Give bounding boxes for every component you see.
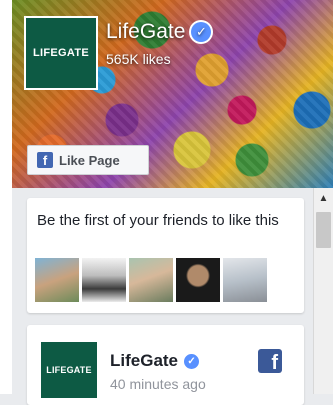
vertical-scrollbar[interactable]: ▲ xyxy=(313,188,333,394)
page-name-text[interactable]: LifeGate xyxy=(106,20,185,44)
page-logo-text: LIFEGATE xyxy=(33,47,89,59)
verified-check-icon: ✓ xyxy=(184,353,200,369)
friend-avatar[interactable] xyxy=(82,258,126,302)
scroll-thumb[interactable] xyxy=(316,212,331,248)
post-card: LIFEGATE LifeGate ✓ 40 minutes ago f xyxy=(27,325,304,405)
verified-check-icon: ✓ xyxy=(191,22,212,42)
post-timestamp[interactable]: 40 minutes ago xyxy=(110,376,206,392)
friend-avatar[interactable] xyxy=(35,258,79,302)
friend-avatar[interactable] xyxy=(223,258,267,302)
page-title[interactable]: LifeGate ✓ xyxy=(106,20,212,44)
likes-count: 565K likes xyxy=(106,51,171,67)
friend-avatar[interactable] xyxy=(129,258,173,302)
facebook-f-icon: f xyxy=(37,152,53,168)
left-edge xyxy=(0,0,12,394)
post-logo-text: LIFEGATE xyxy=(46,365,92,375)
scroll-up-arrow-icon[interactable]: ▲ xyxy=(314,188,333,208)
like-page-label: Like Page xyxy=(59,152,120,168)
friends-card: Be the first of your friends to like thi… xyxy=(27,198,304,313)
friends-like-text: Be the first of your friends to like thi… xyxy=(37,212,279,229)
post-author[interactable]: LifeGate ✓ xyxy=(110,351,200,371)
post-author-avatar[interactable]: LIFEGATE xyxy=(41,342,97,398)
page-profile-picture[interactable]: LIFEGATE xyxy=(24,16,98,90)
friend-avatar[interactable] xyxy=(176,258,220,302)
like-page-button[interactable]: f Like Page xyxy=(27,145,149,175)
facebook-logo-icon[interactable]: f xyxy=(258,349,282,373)
post-author-name[interactable]: LifeGate xyxy=(110,351,178,371)
